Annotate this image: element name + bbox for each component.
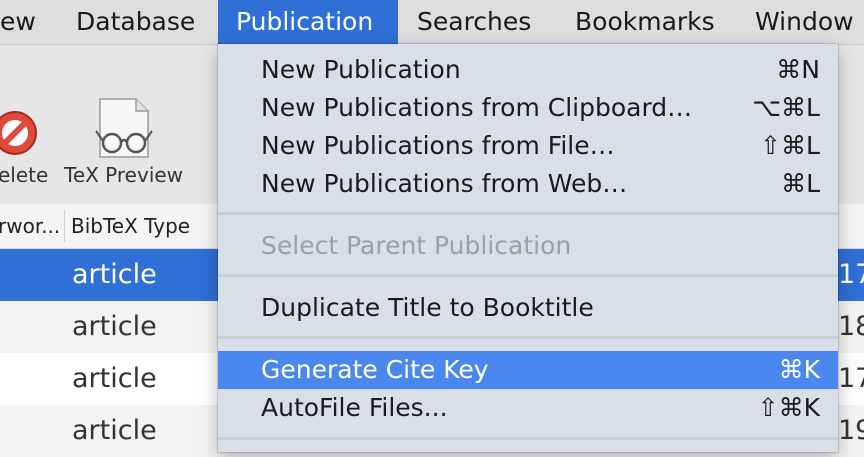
- menu-separator: [218, 336, 838, 339]
- menu-item-label: AutoFile Files...: [261, 393, 448, 422]
- tex-preview-button[interactable]: TeX Preview: [62, 45, 194, 203]
- publication-menu: New Publication ⌘N New Publications from…: [218, 44, 838, 452]
- menu-item-select-parent: Select Parent Publication: [218, 227, 838, 265]
- column-header-bibtex-type[interactable]: BibTeX Type: [71, 204, 190, 248]
- menu-item-shortcut: ⌥⌘L: [752, 93, 820, 122]
- menu-bookmarks[interactable]: Bookmarks: [557, 0, 733, 44]
- menu-item-generate-cite-key[interactable]: Generate Cite Key ⌘K: [218, 351, 838, 389]
- cell-trailing: 17: [838, 259, 864, 290]
- menu-separator: [218, 437, 838, 440]
- menu-item-label: Generate Cite Key: [261, 355, 489, 384]
- delete-button[interactable]: elete: [0, 45, 60, 203]
- cell-bibtex-type: article: [72, 415, 157, 446]
- menu-item-shortcut: ⌘L: [781, 169, 820, 198]
- menu-item-new-publication[interactable]: New Publication ⌘N: [218, 51, 838, 89]
- menu-item-label: New Publications from Clipboard…: [261, 93, 693, 122]
- menu-bar: ew Database Publication Searches Bookmar…: [0, 0, 864, 45]
- delete-label: elete: [0, 163, 49, 187]
- cell-trailing: 18: [838, 311, 864, 342]
- menu-searches[interactable]: Searches: [399, 0, 549, 44]
- menu-item-shortcut: ⌘N: [776, 55, 820, 84]
- tex-preview-label: TeX Preview: [64, 163, 184, 187]
- menu-window[interactable]: Window: [737, 0, 864, 44]
- cell-bibtex-type: article: [72, 259, 157, 290]
- menu-database[interactable]: Database: [58, 0, 213, 44]
- cell-bibtex-type: article: [72, 363, 157, 394]
- cell-trailing: 19: [838, 415, 864, 446]
- menu-item-label: New Publications from Web…: [261, 169, 628, 198]
- menu-item-shortcut: ⇧⌘L: [760, 131, 820, 160]
- menu-item-label: New Publications from File…: [261, 131, 615, 160]
- menu-item-new-from-web[interactable]: New Publications from Web… ⌘L: [218, 165, 838, 203]
- menu-view[interactable]: ew: [0, 0, 54, 44]
- menu-publication[interactable]: Publication: [218, 0, 398, 44]
- menu-item-new-from-clipboard[interactable]: New Publications from Clipboard… ⌥⌘L: [218, 89, 838, 127]
- column-header-keywords[interactable]: rwor...: [0, 204, 60, 248]
- cell-trailing: 17: [838, 363, 864, 394]
- menu-item-label: New Publication: [261, 55, 461, 84]
- menu-item-shortcut: ⇧⌘K: [757, 393, 820, 422]
- menu-item-shortcut: ⌘K: [778, 355, 820, 384]
- column-separator[interactable]: [64, 210, 65, 242]
- menu-item-autofile-files[interactable]: AutoFile Files... ⇧⌘K: [218, 389, 838, 427]
- menu-separator: [218, 212, 838, 215]
- menu-item-new-from-file[interactable]: New Publications from File… ⇧⌘L: [218, 127, 838, 165]
- menu-item-duplicate-title[interactable]: Duplicate Title to Booktitle: [218, 289, 838, 327]
- delete-icon: [0, 111, 37, 155]
- menu-item-label: Select Parent Publication: [261, 231, 572, 260]
- menu-item-label: Duplicate Title to Booktitle: [261, 293, 594, 322]
- menu-separator: [218, 274, 838, 277]
- cell-bibtex-type: article: [72, 311, 157, 342]
- tex-preview-icon: [95, 98, 153, 158]
